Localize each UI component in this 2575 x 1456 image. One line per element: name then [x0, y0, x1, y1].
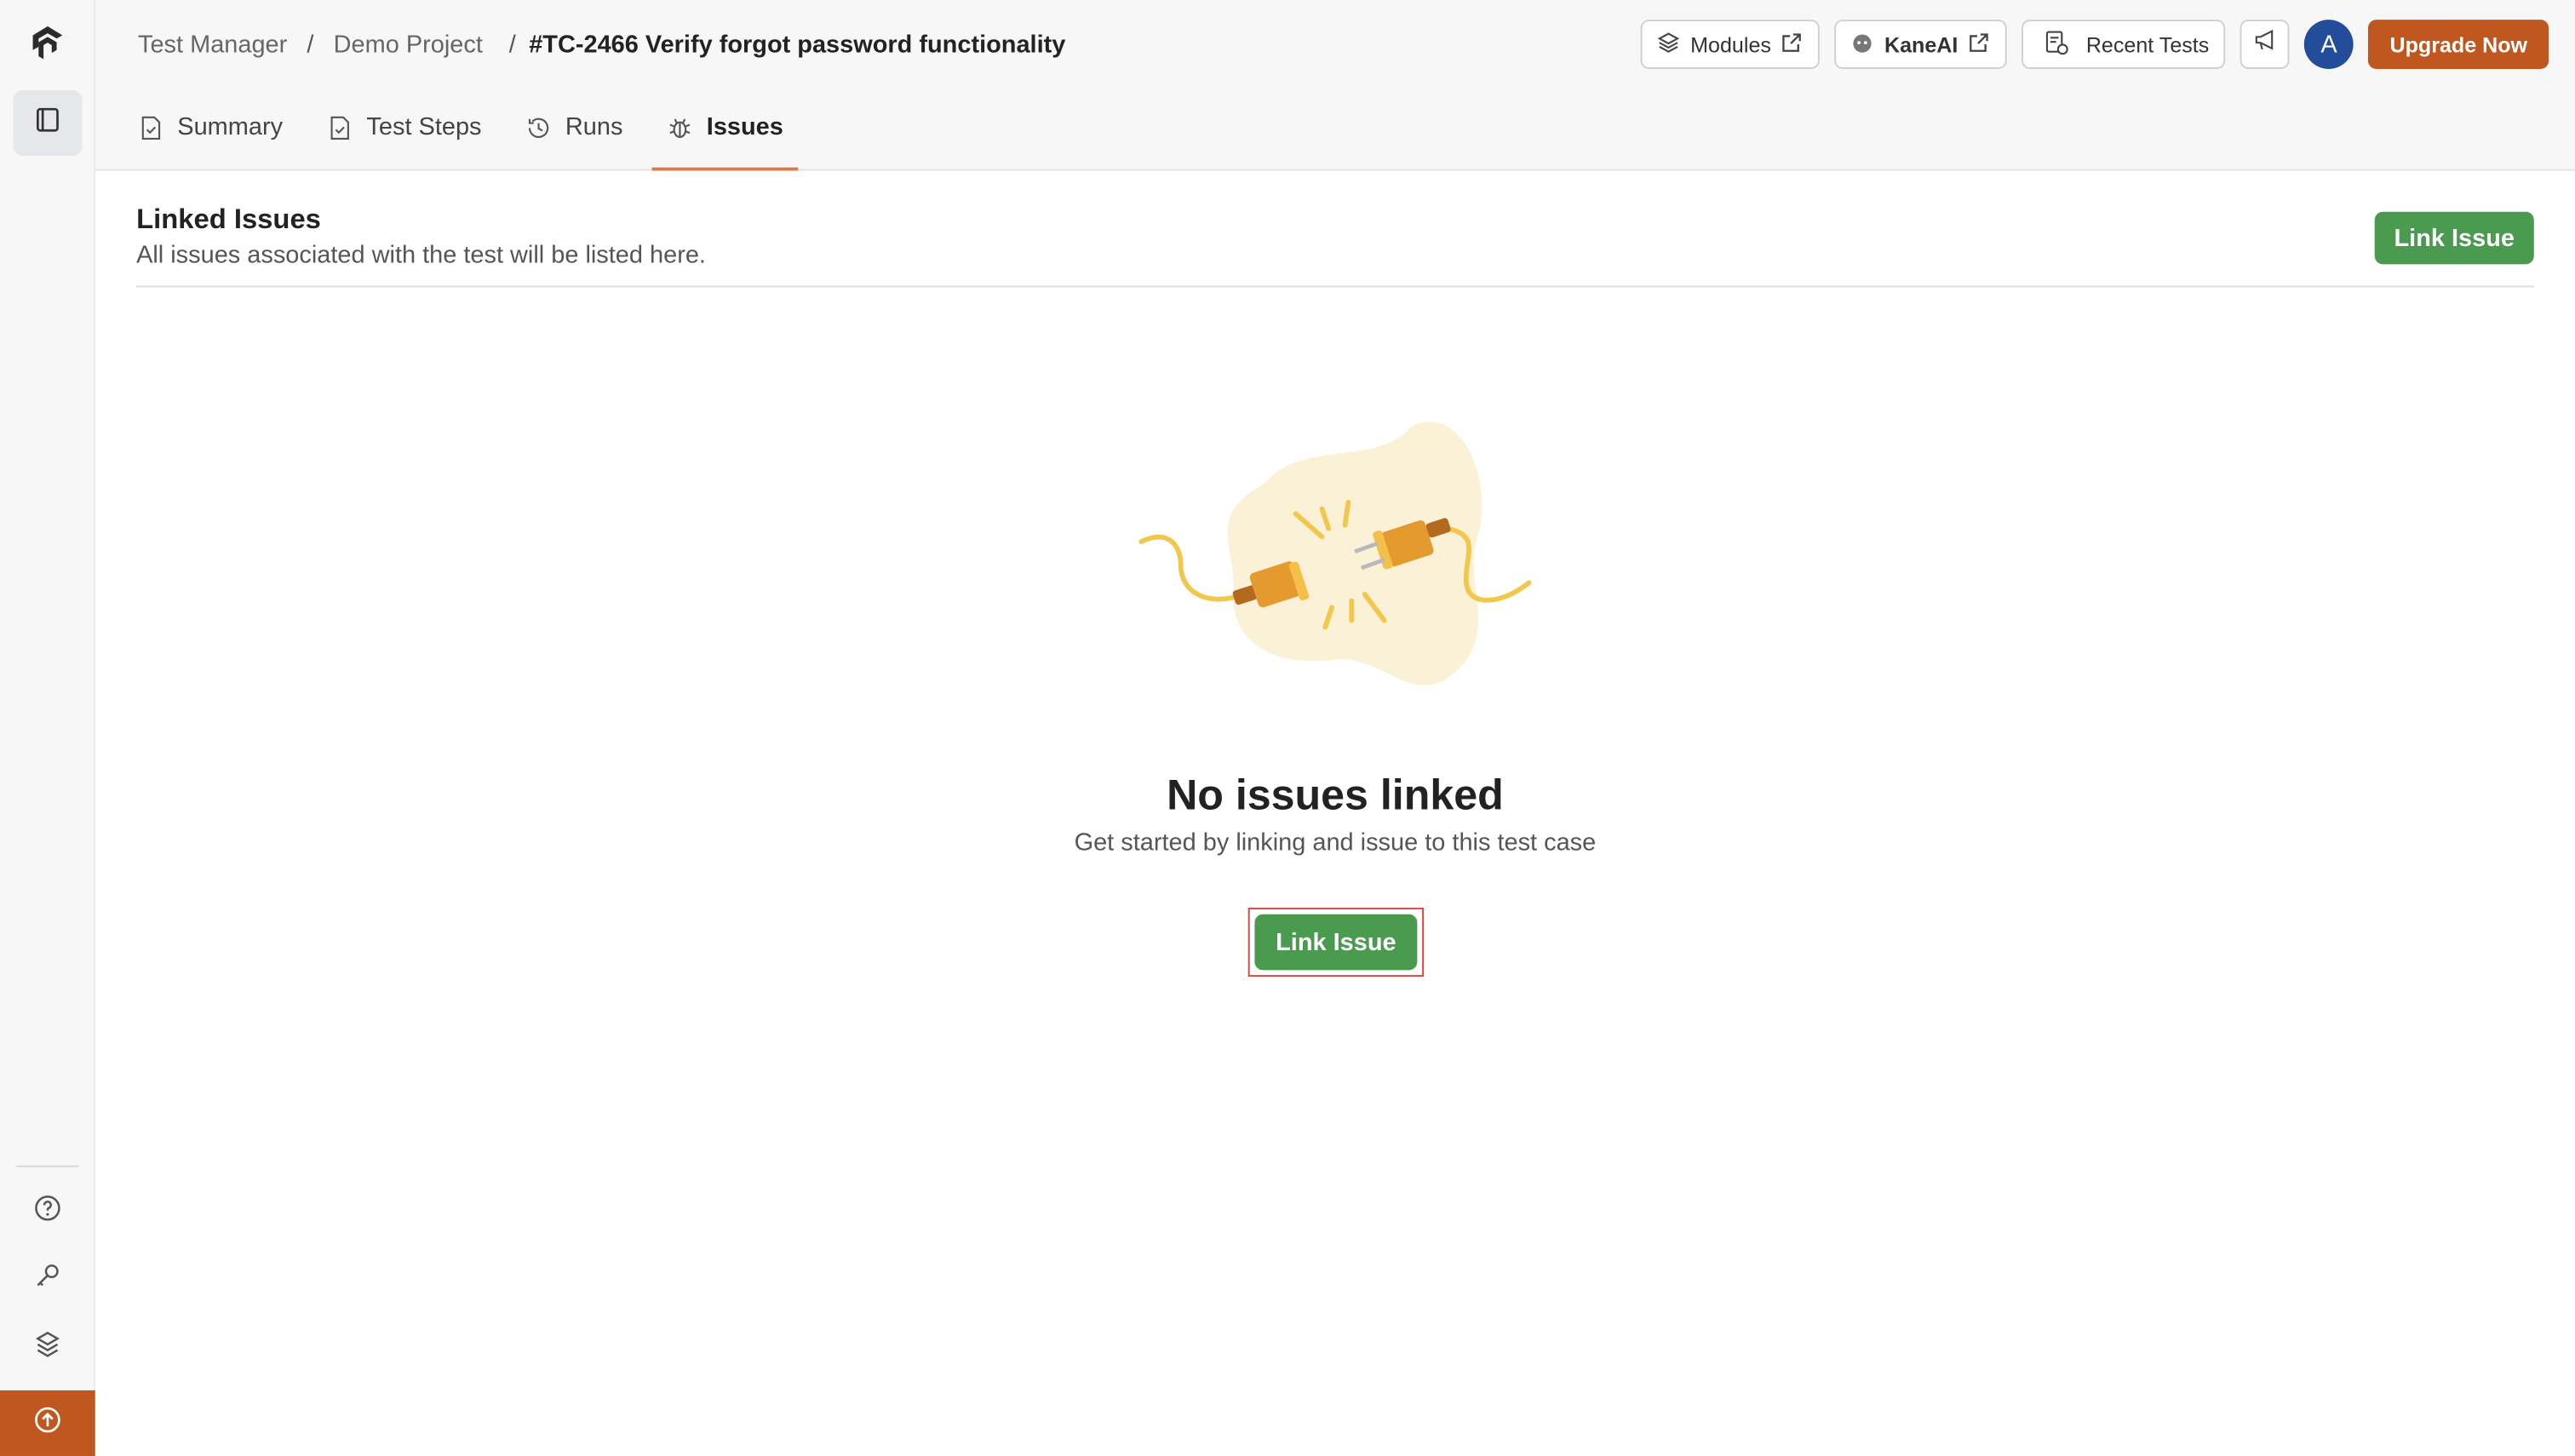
key-icon[interactable]: [32, 1259, 65, 1293]
link-issue-header-button[interactable]: Link Issue: [2374, 211, 2534, 265]
empty-state-title: No issues linked: [1167, 770, 1504, 819]
test-steps-icon: [327, 115, 353, 148]
empty-state-subtitle: Get started by linking and issue to this…: [1074, 828, 1597, 857]
kaneai-button[interactable]: KaneAI: [1835, 20, 2008, 69]
tab-issues-label: Issues: [706, 113, 783, 141]
integrations-icon[interactable]: [32, 1328, 65, 1361]
recent-tests-label: Recent Tests: [2085, 32, 2210, 57]
header: Test Manager / Demo Project / #TC-2466 V…: [95, 0, 2575, 171]
sidebar-item-test-manager[interactable]: [13, 90, 83, 157]
tab-issues[interactable]: Issues: [652, 102, 798, 171]
sidebar-divider: [16, 1165, 79, 1167]
page-title: #TC-2466 Verify forgot password function…: [529, 30, 1066, 59]
tab-runs[interactable]: Runs: [526, 102, 623, 171]
book-icon: [33, 104, 63, 141]
help-icon[interactable]: [32, 1192, 65, 1225]
bug-icon: [668, 115, 694, 148]
tab-summary[interactable]: Summary: [138, 102, 283, 171]
summary-icon: [138, 115, 164, 148]
breadcrumb-separator: /: [307, 30, 314, 59]
upgrade-now-button[interactable]: Upgrade Now: [2368, 20, 2549, 69]
external-link-icon: [1968, 31, 1991, 59]
kaneai-label: KaneAI: [1884, 32, 1958, 57]
modules-label: Modules: [1690, 32, 1771, 57]
history-icon: [526, 115, 553, 148]
section-title: Linked Issues: [136, 203, 321, 235]
breadcrumb-demo-project[interactable]: Demo Project: [334, 31, 483, 59]
announcements-button[interactable]: [2240, 20, 2290, 69]
tab-bar: Summary Test Steps Runs Issues: [138, 102, 842, 171]
kaneai-icon: [1851, 31, 1874, 59]
tab-summary-label: Summary: [177, 113, 284, 141]
megaphone-icon: [2252, 28, 2277, 61]
breadcrumb-test-manager[interactable]: Test Manager: [138, 31, 287, 59]
recent-tests-icon: [2044, 29, 2070, 60]
avatar[interactable]: A: [2304, 20, 2354, 69]
main-content: Linked Issues All issues associated with…: [95, 170, 2575, 1456]
external-link-icon: [1781, 31, 1804, 59]
top-actions: Modules KaneAI Recent Tests A Upgrade No…: [1641, 20, 2549, 69]
recent-tests-button[interactable]: Recent Tests: [2022, 20, 2226, 69]
section-subtitle: All issues associated with the test will…: [136, 241, 706, 270]
tab-test-steps-label: Test Steps: [366, 113, 482, 141]
modules-button[interactable]: Modules: [1641, 20, 1821, 69]
link-issue-highlight: Link Issue: [1247, 908, 1425, 977]
breadcrumb: Test Manager / Demo Project / #TC-2466 V…: [138, 28, 1065, 61]
breadcrumb-separator: /: [508, 30, 516, 59]
tab-test-steps[interactable]: Test Steps: [327, 102, 482, 171]
sidebar: [0, 0, 95, 1456]
layers-icon: [1658, 31, 1681, 59]
tab-runs-label: Runs: [565, 113, 623, 141]
app-logo-icon[interactable]: [28, 23, 67, 62]
linked-issues-header: Linked Issues All issues associated with…: [136, 170, 2534, 288]
link-issue-button[interactable]: Link Issue: [1254, 914, 1418, 971]
sidebar-upgrade-button[interactable]: [0, 1390, 95, 1456]
arrow-up-circle-icon: [33, 1404, 63, 1442]
unplugged-cable-illustration: [1138, 414, 1532, 709]
